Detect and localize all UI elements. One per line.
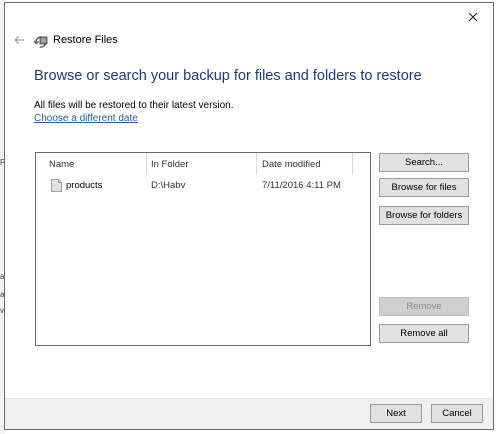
column-divider[interactable] (256, 153, 257, 174)
restore-info-text: All files will be restored to their late… (34, 100, 234, 111)
remove-button[interactable]: Remove (379, 297, 469, 316)
cancel-button[interactable]: Cancel (431, 404, 483, 423)
page-heading: Browse or search your backup for files a… (34, 68, 422, 84)
column-divider[interactable] (352, 153, 353, 174)
back-button[interactable] (9, 31, 29, 49)
remove-all-button[interactable]: Remove all (379, 324, 469, 343)
column-divider[interactable] (146, 153, 147, 174)
file-folder: D:\Habv (151, 180, 186, 191)
next-button[interactable]: Next (370, 404, 422, 423)
screen: P a a v Restore Files Browse or search y… (0, 0, 500, 434)
column-header-folder[interactable]: In Folder (151, 159, 189, 170)
file-name: products (66, 180, 103, 191)
restore-files-dialog: Restore Files Browse or search your back… (4, 2, 494, 430)
column-header-name[interactable]: Name (49, 159, 74, 170)
file-date-modified: 7/11/2016 4:11 PM (262, 180, 341, 191)
file-list[interactable]: Name In Folder Date modified products D:… (35, 152, 371, 346)
table-row[interactable]: products D:\Habv 7/11/2016 4:11 PM (36, 177, 370, 195)
close-button[interactable] (459, 5, 487, 29)
browse-files-button[interactable]: Browse for files (379, 178, 469, 197)
choose-date-link[interactable]: Choose a different date (34, 113, 138, 124)
search-button[interactable]: Search... (379, 153, 469, 172)
window-title: Restore Files (53, 34, 118, 46)
close-icon (468, 12, 478, 22)
dialog-footer: Next Cancel (5, 398, 493, 429)
back-arrow-icon (14, 36, 24, 44)
restore-files-icon (33, 36, 48, 48)
column-header-date[interactable]: Date modified (262, 159, 321, 170)
browse-folders-button[interactable]: Browse for folders (379, 206, 469, 225)
file-icon (51, 179, 62, 192)
